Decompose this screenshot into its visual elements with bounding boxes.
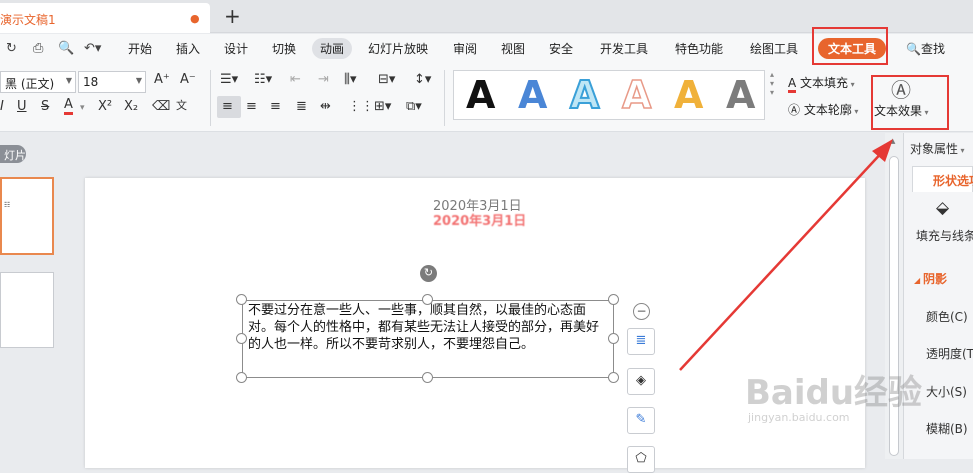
annotation-arrow: [679, 139, 893, 371]
annotation-arrow-shaft: [679, 147, 887, 371]
